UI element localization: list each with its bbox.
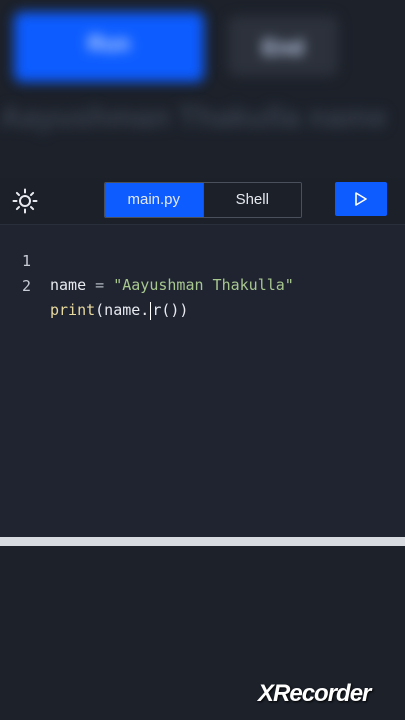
code-editor[interactable]: 1 name = "Aayushman Thakulla" 2 print(na… — [0, 225, 405, 537]
editor-toolbar: main.py Shell — [0, 178, 405, 225]
tab-shell[interactable]: Shell — [202, 183, 301, 217]
play-icon — [355, 192, 367, 206]
code-token: name — [50, 276, 87, 294]
blurred-primary-label: Run — [87, 31, 131, 56]
blurred-secondary-label: End — [262, 35, 304, 60]
line-number: 2 — [22, 277, 32, 295]
code-token: print — [50, 301, 96, 319]
panel-divider[interactable] — [0, 537, 405, 546]
code-line: 2 print(name. r()) — [0, 250, 188, 320]
blurred-heading: Aayushman Thakulla name — [0, 101, 387, 134]
code-token: (name. — [95, 301, 150, 319]
blurred-background: Run End Aayushman Thakulla name — [0, 0, 405, 178]
run-button[interactable] — [335, 182, 387, 216]
watermark: XRecorder — [258, 680, 371, 707]
file-tabs: main.py Shell — [104, 182, 302, 218]
blurred-secondary-button: End — [228, 16, 338, 76]
tab-main-py[interactable]: main.py — [105, 183, 203, 217]
sun-icon[interactable] — [12, 188, 38, 214]
code-line: 1 name = "Aayushman Thakulla" — [0, 225, 294, 294]
code-token: = — [86, 276, 114, 294]
code-token: "Aayushman Thakulla" — [113, 276, 294, 294]
blurred-primary-button: Run — [14, 12, 204, 82]
code-token: r()) — [152, 301, 189, 319]
